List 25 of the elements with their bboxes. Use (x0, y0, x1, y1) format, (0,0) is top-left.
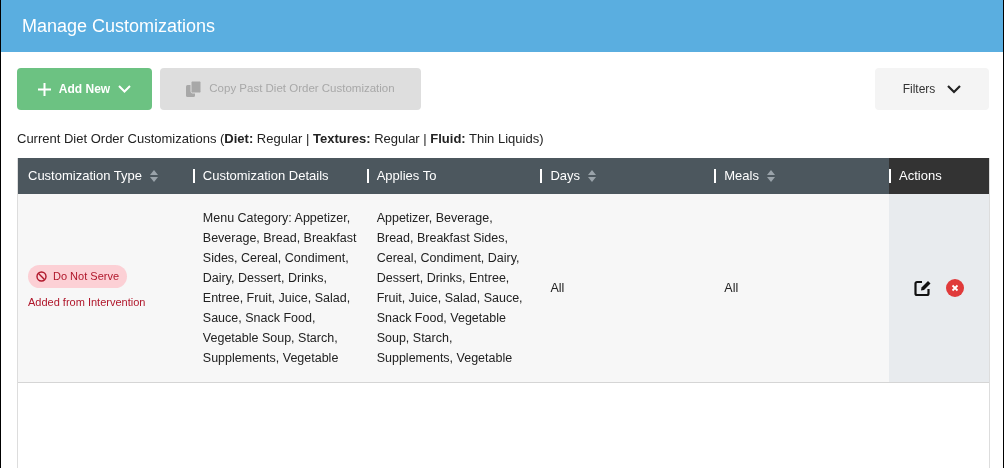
column-header[interactable]: Meals (714, 158, 890, 194)
days-text: All (550, 280, 565, 297)
chevron-down-icon (118, 85, 132, 93)
prohibited-icon (36, 270, 47, 282)
filters-button[interactable]: Filters (875, 68, 989, 110)
page-title: Manage Customizations (22, 14, 216, 38)
diet-summary: Current Diet Order Customizations (Diet: Regular | Textures: Regular | Fluid: Thin Liquids) (17, 130, 544, 148)
chevron-down-icon (947, 84, 962, 94)
do-not-serve-badge: Do Not Serve (28, 264, 128, 288)
sort-icon[interactable] (766, 170, 775, 182)
source-note: Added from Intervention (28, 294, 147, 310)
column-header: Applies To (366, 158, 541, 194)
column-header[interactable]: Customization Type (18, 158, 193, 194)
customization-details: Menu Category: Appetizer, Beverage, Bread, Breakfast Sides, Cereal, Condiment, Dairy, Dessert, Drinks, Entree, Fruit, Juice, Salad, Sauce, Snack Food, Vegetable Soup, Starch, Supplements, Vegetable (202, 211, 357, 365)
plus-icon (37, 82, 51, 96)
copy-icon (186, 81, 202, 97)
meals-text: All (724, 280, 739, 297)
applies-to-text: Appetizer, Beverage, Bread, Breakfast Sides, Cereal, Condiment, Dairy, Dessert, Drinks, Entree, Fruit, Juice, Salad, Sauce, Snack Food, Vegetable Soup, Starch, Supplements, Vegetable (376, 210, 524, 367)
edit-icon[interactable] (914, 279, 933, 297)
sort-icon[interactable] (149, 170, 158, 182)
column-header: Actions (889, 158, 989, 194)
column-header[interactable]: Days (540, 158, 715, 194)
sort-icon[interactable] (588, 170, 597, 182)
delete-icon[interactable] (946, 279, 965, 297)
column-header: Customization Details (192, 158, 367, 194)
